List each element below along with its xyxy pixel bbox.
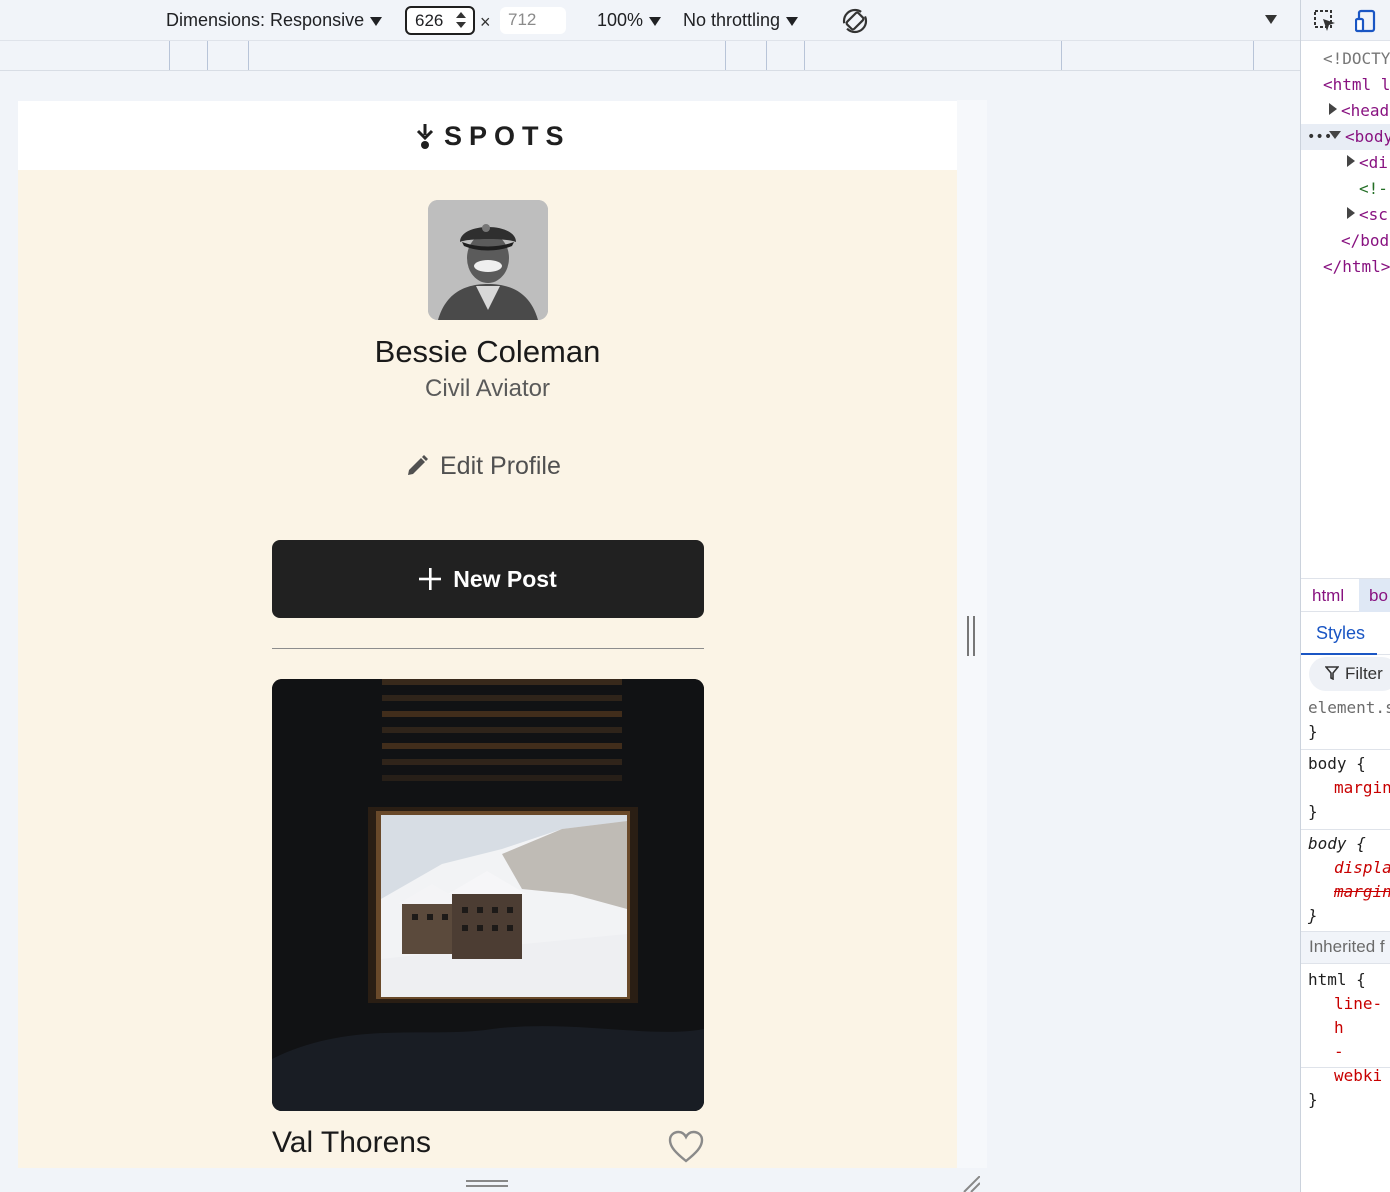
dom-tree: <!DOCTY <html l <head •••<body <di <!-- … — [1301, 46, 1390, 280]
width-value: 626 — [415, 11, 444, 30]
edit-profile-button[interactable]: Edit Profile — [406, 449, 561, 483]
device-toolbar: Dimensions: Responsive 626 × 712 100% No… — [0, 0, 1300, 41]
rule-body-1[interactable]: body { margin } — [1301, 752, 1390, 830]
edit-profile-label: Edit Profile — [440, 451, 561, 480]
breadcrumb-body[interactable]: bo — [1359, 579, 1390, 612]
profile-title: Civil Aviator — [425, 375, 550, 402]
styles-filter-input[interactable]: Filter — [1309, 657, 1390, 691]
filter-placeholder: Filter — [1345, 664, 1383, 683]
dom-comment-node[interactable]: <!-- — [1301, 176, 1390, 202]
card-image[interactable] — [272, 679, 704, 1111]
dom-doctype[interactable]: <!DOCTY — [1301, 46, 1390, 72]
pencil-icon — [408, 455, 428, 475]
throttling-label: No throttling — [683, 10, 781, 30]
more-dots-icon[interactable]: ••• — [1307, 124, 1332, 150]
new-post-button[interactable]: New Post — [272, 540, 704, 618]
height-input[interactable]: 712 — [500, 7, 566, 34]
dom-script-node[interactable]: <sc — [1301, 202, 1390, 228]
bottom-resize-handle[interactable] — [466, 1180, 508, 1188]
profile-name: Bessie Coleman — [374, 334, 601, 369]
dom-body-close[interactable]: </bod — [1301, 228, 1390, 254]
chevron-down-icon — [649, 16, 662, 26]
dom-html-close[interactable]: </html> — [1301, 254, 1390, 280]
breadcrumb-html[interactable]: html — [1312, 586, 1344, 606]
dimensions-label: Dimensions: Responsive — [166, 10, 365, 30]
site-logo[interactable]: SPOTS — [416, 121, 571, 152]
rule-html[interactable]: html { line-h -webki } — [1301, 968, 1390, 1109]
card-title: Val Thorens — [272, 1126, 431, 1159]
chevron-down-icon — [786, 16, 799, 26]
inspect-element-icon[interactable] — [1313, 9, 1337, 33]
devtools-panel: <!DOCTY <html l <head •••<body <di <!-- … — [1300, 0, 1390, 1192]
logo-mark-icon — [416, 123, 434, 149]
emulated-page: SPOTS Bessie Coleman Civil Aviator Edit … — [18, 101, 957, 1168]
rotate-icon[interactable] — [841, 7, 869, 35]
section-divider — [272, 648, 704, 649]
heart-icon[interactable] — [668, 1130, 704, 1163]
site-header: SPOTS — [18, 101, 957, 170]
more-options-icon[interactable] — [1265, 15, 1277, 24]
dimensions-dropdown[interactable]: Dimensions: Responsive — [166, 10, 383, 31]
logo-text: SPOTS — [444, 121, 571, 151]
dom-body-node[interactable]: ••• <body — [1301, 124, 1390, 150]
device-toolbar-icon[interactable] — [1355, 9, 1379, 33]
profile-avatar — [428, 200, 548, 320]
times-sign: × — [480, 12, 491, 32]
chevron-down-icon — [370, 16, 383, 26]
zoom-label: 100% — [597, 10, 644, 30]
plus-icon — [419, 568, 442, 590]
corner-resize-handle[interactable] — [962, 1176, 980, 1192]
breadcrumb: html bo — [1301, 578, 1390, 612]
tab-styles[interactable]: Styles — [1301, 613, 1390, 655]
new-post-label: New Post — [453, 565, 557, 592]
dom-div-node[interactable]: <di — [1301, 150, 1390, 176]
inherited-section-header: Inherited f — [1301, 932, 1390, 964]
rule-element-style[interactable]: element.s } — [1301, 696, 1390, 750]
dom-head-node[interactable]: <head — [1301, 98, 1390, 124]
width-input[interactable]: 626 — [405, 6, 475, 35]
zoom-dropdown[interactable]: 100% — [597, 10, 662, 31]
right-resize-handle[interactable] — [967, 616, 977, 656]
devtools-topbar — [1301, 0, 1390, 41]
dom-html-node[interactable]: <html l — [1301, 72, 1390, 98]
expand-triangle-icon[interactable] — [1329, 103, 1337, 115]
height-placeholder: 712 — [508, 10, 537, 29]
tab-styles-label: Styles — [1316, 623, 1366, 643]
width-stepper[interactable] — [454, 10, 468, 32]
filter-icon — [1324, 666, 1340, 681]
expand-triangle-icon[interactable] — [1347, 207, 1355, 219]
expand-triangle-icon[interactable] — [1347, 155, 1355, 167]
rule-body-2[interactable]: body { displa margin } — [1301, 832, 1390, 932]
media-query-bar[interactable] — [0, 41, 1300, 71]
throttling-dropdown[interactable]: No throttling — [683, 10, 799, 31]
